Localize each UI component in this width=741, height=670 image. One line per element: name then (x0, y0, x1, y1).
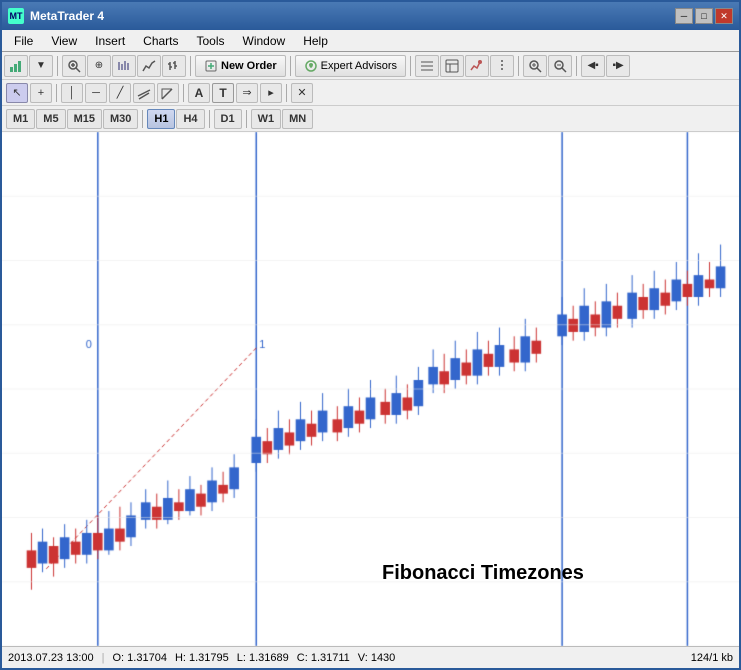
new-chart-btn[interactable] (4, 55, 28, 77)
arrow-btn[interactable]: ▼ (29, 55, 53, 77)
status-close: C: 1.31711 (297, 652, 350, 664)
crosshair-draw-btn[interactable]: + (30, 83, 52, 103)
sep2 (190, 56, 191, 76)
period-sep2-btn[interactable] (490, 55, 514, 77)
trend-line-btn[interactable]: ╱ (109, 83, 131, 103)
zoom-chart-in-btn[interactable] (523, 55, 547, 77)
toolbar-group-2: ⊕ (62, 55, 186, 77)
bar-chart-btn[interactable] (162, 55, 186, 77)
title-bar: MT MetaTrader 4 ─ □ ✕ (2, 2, 739, 30)
restore-button[interactable]: □ (695, 8, 713, 24)
tf-m30[interactable]: M30 (103, 109, 138, 129)
zoom-in-btn[interactable] (62, 55, 86, 77)
menu-tools[interactable]: Tools (189, 32, 233, 50)
toolbar-group-3 (415, 55, 514, 77)
text-btn[interactable]: A (188, 83, 210, 103)
tf-h4[interactable]: H4 (176, 109, 204, 129)
tf-w1[interactable]: W1 (251, 109, 282, 129)
menu-charts[interactable]: Charts (135, 32, 186, 50)
sep5 (518, 56, 519, 76)
status-high: H: 1.31795 (175, 652, 229, 664)
delete-obj-btn[interactable]: ✕ (291, 83, 313, 103)
toolbar-group-zoom (523, 55, 572, 77)
status-info: 124/1 kb (691, 652, 733, 664)
indicator-btn[interactable] (465, 55, 489, 77)
crosshair-btn[interactable]: ⊕ (87, 55, 111, 77)
menu-file[interactable]: File (6, 32, 41, 50)
tf-sep1 (142, 110, 143, 128)
expert-advisors-label: Expert Advisors (321, 60, 397, 72)
tf-sep2 (209, 110, 210, 128)
window-title: MetaTrader 4 (30, 9, 104, 23)
new-order-label: New Order (221, 60, 277, 72)
sep1 (57, 56, 58, 76)
template-btn[interactable] (440, 55, 464, 77)
tf-m1[interactable]: M1 (6, 109, 35, 129)
scroll-left-btn[interactable]: ◀▪ (581, 55, 605, 77)
more-draw-btn[interactable]: ▸ (260, 83, 282, 103)
chart-area[interactable]: Fibonacci Timezones (2, 132, 739, 646)
tf-d1[interactable]: D1 (214, 109, 242, 129)
tf-mn[interactable]: MN (282, 109, 313, 129)
app-icon: MT (8, 8, 24, 24)
menu-insert[interactable]: Insert (87, 32, 133, 50)
channel-btn[interactable] (133, 83, 155, 103)
status-bar: 2013.07.23 13:00 | O: 1.31704 H: 1.31795… (2, 646, 739, 668)
close-button[interactable]: ✕ (715, 8, 733, 24)
status-datetime: 2013.07.23 13:00 (8, 652, 94, 664)
app-window: MT MetaTrader 4 ─ □ ✕ File View Insert C… (0, 0, 741, 670)
title-bar-left: MT MetaTrader 4 (8, 8, 104, 24)
menu-view[interactable]: View (43, 32, 85, 50)
new-order-button[interactable]: New Order (195, 55, 286, 77)
status-low: L: 1.31689 (237, 652, 289, 664)
timeframe-toolbar: M1 M5 M15 M30 H1 H4 D1 W1 MN (2, 106, 739, 132)
text-label-btn[interactable]: T (212, 83, 234, 103)
status-open: O: 1.31704 (113, 652, 167, 664)
arrow-draw-btn[interactable]: ⇒ (236, 83, 258, 103)
main-toolbar: ▼ ⊕ New Order Expert Advisors (2, 52, 739, 80)
toolbar-group-1: ▼ (4, 55, 53, 77)
sep3 (290, 56, 291, 76)
sep4 (410, 56, 411, 76)
window-controls: ─ □ ✕ (675, 8, 733, 24)
tf-m15[interactable]: M15 (67, 109, 102, 129)
sep6 (576, 56, 577, 76)
draw-toolbar: ↖ + │ ─ ╱ A T ⇒ ▸ ✕ (2, 80, 739, 106)
period-sep-btn[interactable] (112, 55, 136, 77)
cursor-btn[interactable]: ↖ (6, 83, 28, 103)
line-chart-btn[interactable] (137, 55, 161, 77)
chart-canvas (2, 132, 739, 646)
tf-sep3 (246, 110, 247, 128)
chart-prop-btn[interactable] (415, 55, 439, 77)
tf-h1[interactable]: H1 (147, 109, 175, 129)
status-volume: V: 1430 (358, 652, 396, 664)
minimize-button[interactable]: ─ (675, 8, 693, 24)
vertical-line-btn[interactable]: │ (61, 83, 83, 103)
toolbar-group-4: ◀▪ ▪▶ (581, 55, 630, 77)
menu-help[interactable]: Help (295, 32, 336, 50)
menu-bar: File View Insert Charts Tools Window Hel… (2, 30, 739, 52)
tf-m5[interactable]: M5 (36, 109, 65, 129)
menu-window[interactable]: Window (235, 32, 294, 50)
scroll-right-btn[interactable]: ▪▶ (606, 55, 630, 77)
angle-line-btn[interactable] (157, 83, 179, 103)
hline-btn[interactable]: ─ (85, 83, 107, 103)
zoom-chart-out-btn[interactable] (548, 55, 572, 77)
expert-advisors-button[interactable]: Expert Advisors (295, 55, 406, 77)
